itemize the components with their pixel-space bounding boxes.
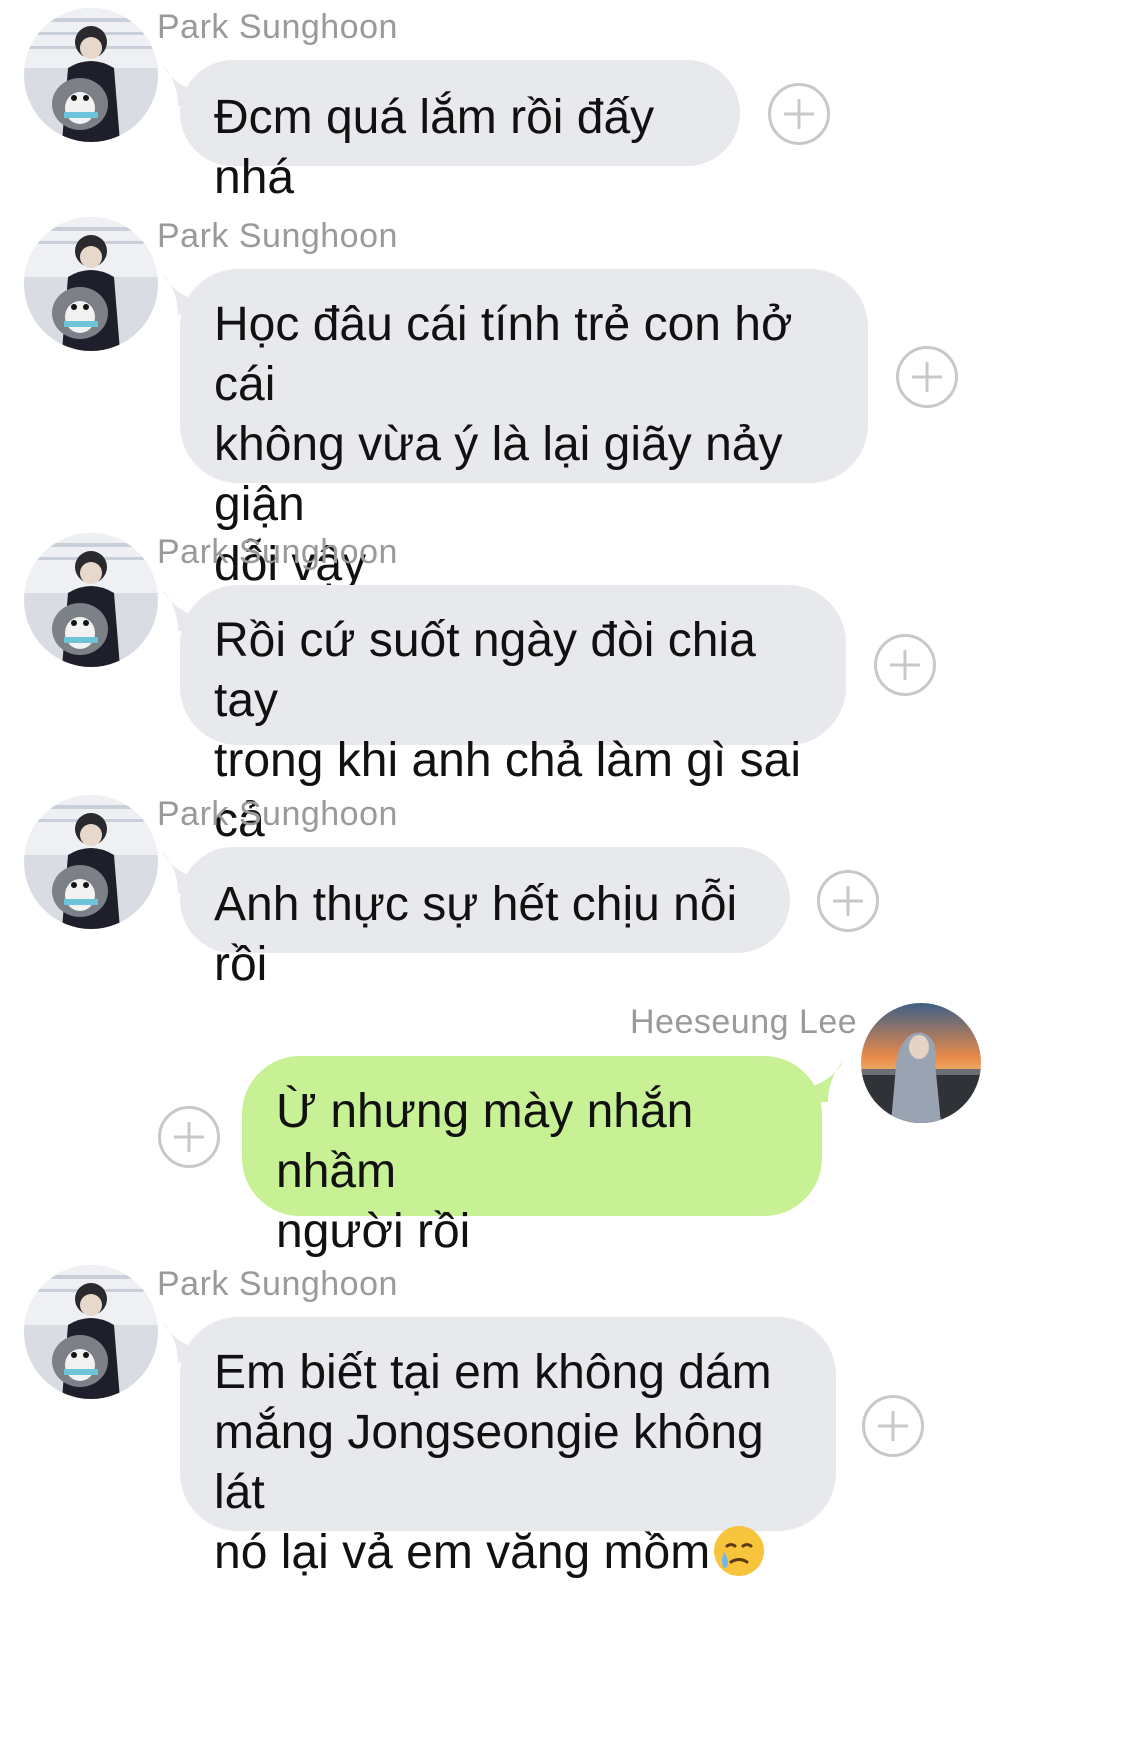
message-bubble[interactable]: Em biết tại em không dám mắng Jongseongi… <box>180 1317 836 1579</box>
crying-face-emoji-icon <box>714 1526 765 1576</box>
plus-circle-icon[interactable] <box>817 870 879 932</box>
message-text: Em biết tại em không dám mắng Jongseongi… <box>214 1346 772 1579</box>
sender-name: Heeseung Lee <box>630 1003 858 1041</box>
avatar-penguin-icon[interactable] <box>24 1265 158 1399</box>
avatar-penguin-icon[interactable] <box>24 533 158 667</box>
chat-thread: Park Sunghoon Đcm quá lắm rồi đấy nhá Pa… <box>0 0 1125 1761</box>
plus-circle-icon[interactable] <box>768 83 830 145</box>
avatar-hoodie-sunset-icon[interactable] <box>861 1003 981 1123</box>
message-bubble[interactable]: Rồi cứ suốt ngày đòi chia tay trong khi … <box>180 585 846 847</box>
message-bubble[interactable]: Anh thực sự hết chịu nỗi rồi <box>180 847 790 991</box>
plus-circle-icon[interactable] <box>874 634 936 696</box>
sender-name: Park Sunghoon <box>157 8 398 46</box>
avatar-penguin-icon[interactable] <box>24 8 158 142</box>
sender-name: Park Sunghoon <box>157 795 398 833</box>
message-bubble[interactable]: Ừ nhưng mày nhắn nhầm người rồi <box>242 1056 822 1258</box>
avatar-penguin-icon[interactable] <box>24 217 158 351</box>
message-bubble[interactable]: Học đâu cái tính trẻ con hở cái không vừ… <box>180 269 868 591</box>
sender-name: Park Sunghoon <box>157 533 398 571</box>
avatar-penguin-icon[interactable] <box>24 795 158 929</box>
message-bubble[interactable]: Đcm quá lắm rồi đấy nhá <box>180 60 740 204</box>
plus-circle-icon[interactable] <box>158 1106 220 1168</box>
plus-circle-icon[interactable] <box>862 1395 924 1457</box>
plus-circle-icon[interactable] <box>896 346 958 408</box>
sender-name: Park Sunghoon <box>157 217 398 255</box>
sender-name: Park Sunghoon <box>157 1265 398 1303</box>
